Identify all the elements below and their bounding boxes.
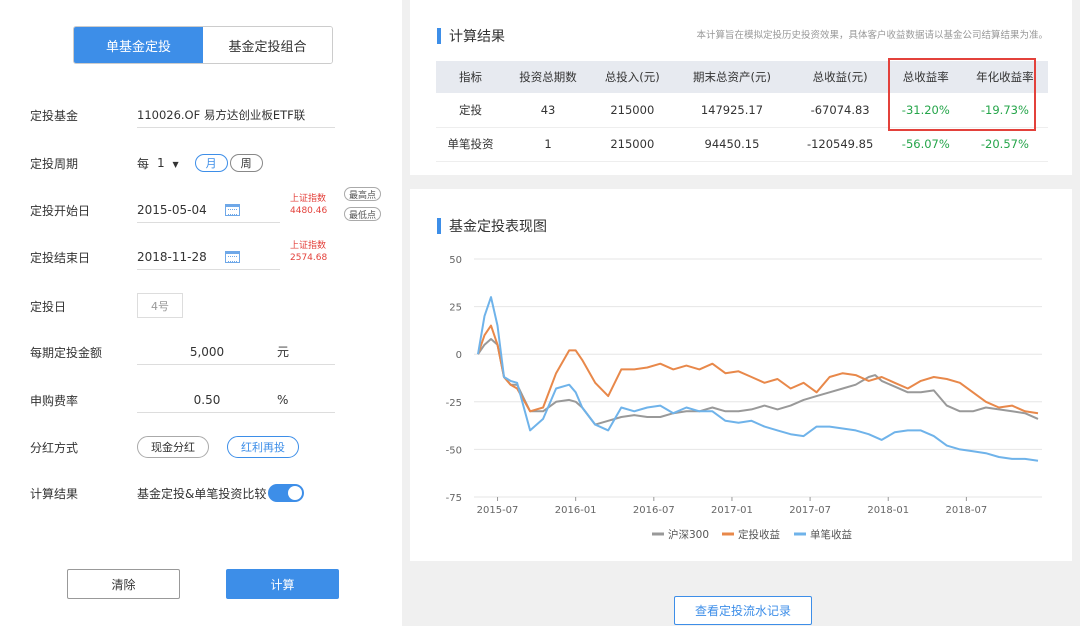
legend-label-hs300: 沪深300 <box>668 528 709 541</box>
table-cell: 1 <box>504 127 592 162</box>
period-number-value: 1 <box>157 156 165 170</box>
amount-input[interactable]: 5,000 元 <box>137 339 335 365</box>
results-title: 计算结果 <box>437 26 505 46</box>
mode-tabs: 单基金定投 基金定投组合 <box>73 26 333 64</box>
period-month-option[interactable]: 月 <box>194 154 228 172</box>
amount-unit: 元 <box>277 345 290 359</box>
dividend-row: 分红方式 现金分红 红利再投 <box>30 432 390 462</box>
dividend-label: 分红方式 <box>30 440 79 455</box>
chart-panel: 基金定投表现图 50 25 0 -25 -50 -75 2015-07 2016-01 2016… <box>410 189 1072 561</box>
x-tick-label: 2017-01 <box>711 505 753 516</box>
clear-button[interactable]: 清除 <box>67 569 180 599</box>
x-tick-label: 2017-07 <box>789 505 831 516</box>
table-cell: 147925.17 <box>673 93 791 128</box>
table-cell: 单笔投资 <box>436 127 505 162</box>
x-tick-label: 2016-01 <box>555 505 597 516</box>
highlight-annotation-box <box>888 58 1036 131</box>
title-accent-bar <box>437 28 441 44</box>
result-mode-label: 计算结果 <box>30 486 79 501</box>
dividend-cash-option[interactable]: 现金分红 <box>137 436 209 458</box>
table-header-cell: 总投入(元) <box>591 61 674 93</box>
results-disclaimer: 本计算旨在模拟定投历史投资效果，具体客户收益数据请以基金公司结算结果为准。 <box>696 30 1048 41</box>
x-tick-label: 2018-07 <box>945 505 987 516</box>
table-cell: 94450.15 <box>673 127 791 162</box>
x-tick-label: 2016-07 <box>633 505 675 516</box>
period-number-select[interactable]: 1 ▼ <box>157 156 179 170</box>
start-index-name: 上证指数 <box>290 194 327 204</box>
dropdown-arrow-icon: ▼ <box>172 160 179 169</box>
fee-value: 0.50 <box>193 392 221 407</box>
y-tick-label: 25 <box>449 303 462 314</box>
y-tick-label: -25 <box>446 398 462 409</box>
table-header-cell: 期末总资产(元) <box>673 61 791 93</box>
period-label: 定投周期 <box>30 156 79 171</box>
table-row: 单笔投资 1 215000 94450.15 -120549.85 -56.07… <box>436 127 1048 162</box>
start-date-label: 定投开始日 <box>30 203 91 218</box>
start-index-value: 4480.46 <box>290 206 328 216</box>
results-title-text: 计算结果 <box>449 29 505 45</box>
start-index-info: 上证指数 4480.46 <box>290 193 327 217</box>
fee-label: 申购费率 <box>30 393 79 408</box>
table-cell: 215000 <box>591 127 674 162</box>
view-flow-records-button[interactable]: 查看定投流水记录 <box>674 596 812 625</box>
invest-day-select[interactable]: 4号 <box>137 293 183 318</box>
end-index-name: 上证指数 <box>290 241 327 251</box>
calculator-form-panel: 单基金定投 基金定投组合 定投基金 110026.OF 易方达创业板ETF联 定… <box>0 0 402 626</box>
highest-point-button[interactable]: 最高点 <box>344 187 382 201</box>
start-date-value: 2015-05-04 <box>137 202 207 217</box>
table-cell: 215000 <box>591 93 674 128</box>
period-week-option[interactable]: 周 <box>229 154 263 172</box>
y-tick-label: 0 <box>456 350 462 361</box>
performance-line-chart: 50 25 0 -25 -50 -75 2015-07 2016-01 2016-07 2017-… <box>446 255 1042 541</box>
table-cell: 定投 <box>436 93 505 128</box>
y-tick-label: -50 <box>446 445 462 456</box>
x-tick-label: 2018-01 <box>867 505 909 516</box>
tab-fund-portfolio[interactable]: 基金定投组合 <box>203 27 332 63</box>
table-header-cell: 投资总期数 <box>504 61 592 93</box>
dividend-reinvest-option[interactable]: 红利再投 <box>227 436 299 458</box>
table-header-cell: 总收益(元) <box>790 61 890 93</box>
period-prefix: 每 <box>137 156 150 171</box>
fund-label: 定投基金 <box>30 108 79 123</box>
end-date-input[interactable]: 2018-11-28 <box>137 244 280 270</box>
invest-day-row: 定投日 <box>30 291 390 321</box>
invest-day-label: 定投日 <box>30 299 67 314</box>
fund-input[interactable]: 110026.OF 易方达创业板ETF联 <box>137 102 335 128</box>
table-cell: -120549.85 <box>790 127 890 162</box>
y-tick-label: -75 <box>446 493 462 504</box>
end-index-value: 2574.68 <box>290 253 328 263</box>
start-date-input[interactable]: 2015-05-04 <box>137 197 280 223</box>
amount-value: 5,000 <box>189 344 225 359</box>
table-cell: 43 <box>504 93 592 128</box>
legend-label-dingtou: 定投收益 <box>738 528 780 541</box>
lowest-point-button[interactable]: 最低点 <box>344 207 382 221</box>
fee-input[interactable]: 0.50 % <box>137 387 335 413</box>
amount-label: 每期定投金额 <box>30 345 103 360</box>
calendar-icon[interactable] <box>224 203 240 216</box>
result-mode-text: 基金定投&单笔投资比较 <box>137 486 267 501</box>
compare-toggle[interactable] <box>268 484 305 502</box>
table-cell: -20.57% <box>961 127 1048 162</box>
end-date-value: 2018-11-28 <box>137 249 207 264</box>
table-header-cell: 指标 <box>436 61 505 93</box>
calendar-icon[interactable] <box>224 250 240 263</box>
y-tick-label: 50 <box>449 255 462 266</box>
legend-label-single: 单笔收益 <box>810 528 852 541</box>
end-index-info: 上证指数 2574.68 <box>290 240 327 264</box>
table-cell: -56.07% <box>889 127 962 162</box>
tab-single-fund[interactable]: 单基金定投 <box>74 27 203 63</box>
x-tick-label: 2015-07 <box>477 505 519 516</box>
result-mode-row: 计算结果 基金定投&单笔投资比较 <box>30 478 390 508</box>
fee-unit: % <box>277 392 289 407</box>
period-row: 定投周期 每 1 ▼ 月 周 <box>30 148 390 178</box>
calculate-button[interactable]: 计算 <box>226 569 339 599</box>
end-date-label: 定投结束日 <box>30 250 91 265</box>
table-cell: -67074.83 <box>790 93 890 128</box>
